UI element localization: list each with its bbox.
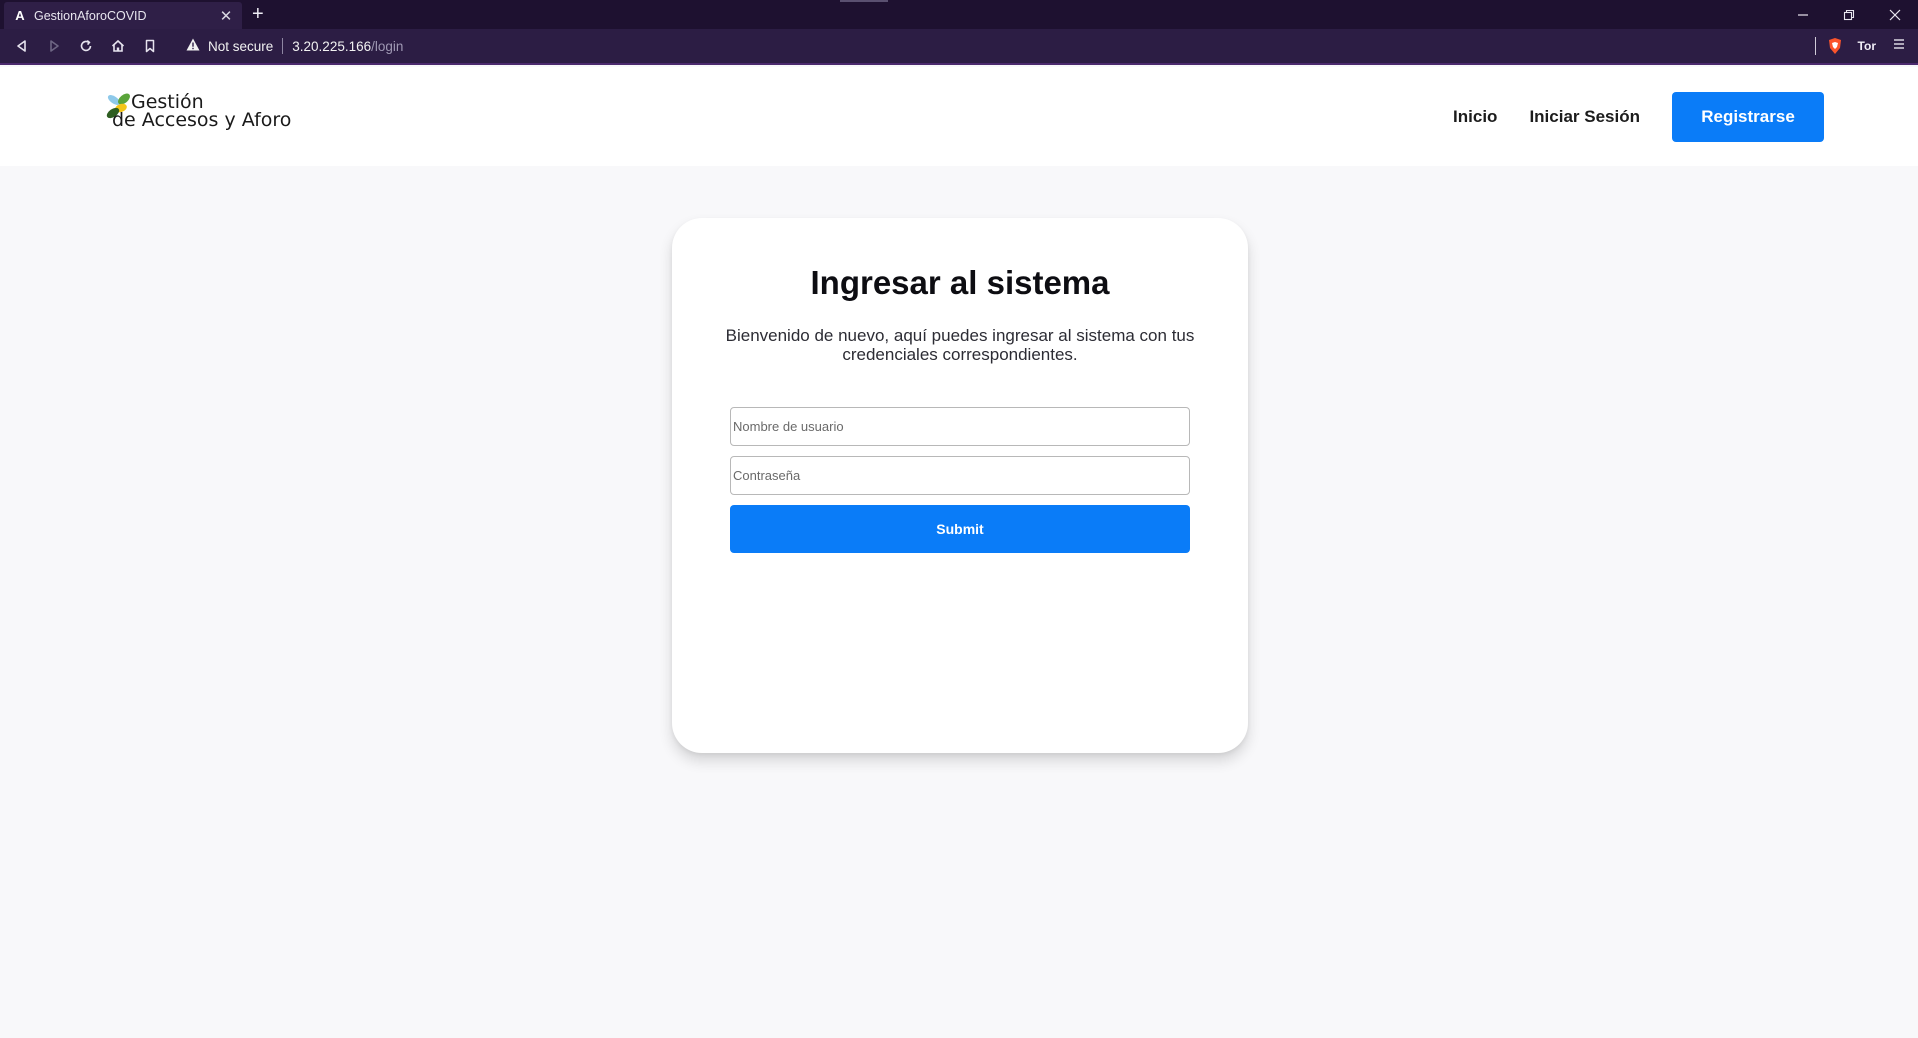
browser-tab[interactable]: A GestionAforoCOVID ✕ [4,2,242,29]
toolbar-right: Tor [1814,28,1912,64]
username-input[interactable] [730,407,1190,446]
menu-icon[interactable] [1892,37,1906,55]
brave-shield-icon[interactable] [1826,37,1844,55]
login-subtitle: Bienvenido de nuevo, aquí puedes ingresa… [725,326,1195,364]
site-header: Gestión de Accesos y Aforo Inicio Inicia… [0,67,1918,166]
warning-icon[interactable] [186,38,200,54]
tab-close-icon[interactable]: ✕ [218,7,234,25]
register-button[interactable]: Registrarse [1672,91,1824,142]
nav-iniciar-sesion-link[interactable]: Iniciar Sesión [1529,107,1640,127]
close-window-icon[interactable] [1872,0,1918,29]
url-host[interactable]: 3.20.225.166 [292,39,371,54]
address-bar[interactable]: Not secure 3.20.225.166/login [186,33,1815,59]
toolbar-divider [1814,37,1816,55]
password-input[interactable] [730,456,1190,495]
submit-button[interactable]: Submit [730,505,1190,553]
tab-favicon-icon: A [15,8,25,23]
site-logo[interactable]: Gestión de Accesos y Aforo [104,91,304,141]
browser-toolbar: Not secure 3.20.225.166/login Tor [0,29,1918,65]
restore-icon[interactable] [1826,0,1872,29]
home-icon[interactable] [102,31,134,61]
tor-label[interactable]: Tor [1858,39,1876,53]
browser-tab-bar: A GestionAforoCOVID ✕ + [0,0,1918,29]
security-label[interactable]: Not secure [208,39,273,54]
reload-icon[interactable] [70,31,102,61]
main-nav: Inicio Iniciar Sesión Registrarse [1453,67,1918,166]
back-icon[interactable] [6,31,38,61]
login-title: Ingresar al sistema [810,264,1110,301]
logo-text-line2: de Accesos y Aforo [112,109,292,131]
url-divider [282,38,284,54]
window-controls [1780,0,1918,29]
nav-inicio-link[interactable]: Inicio [1453,107,1497,127]
new-tab-icon[interactable]: + [252,3,264,25]
tab-title: GestionAforoCOVID [34,8,147,23]
url-path[interactable]: /login [371,39,403,54]
bookmark-icon[interactable] [134,31,166,61]
tab-drag-indicator [840,0,888,2]
forward-icon[interactable] [38,31,70,61]
minimize-icon[interactable] [1780,0,1826,29]
login-card: Ingresar al sistema Bienvenido de nuevo,… [672,218,1248,753]
